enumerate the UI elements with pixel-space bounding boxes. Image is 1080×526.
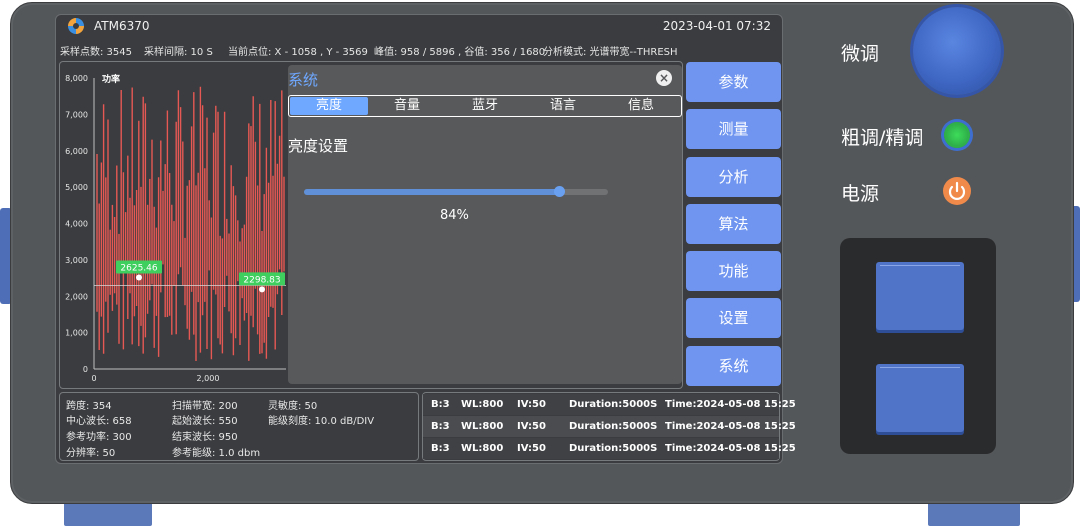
sample-interval: 采样间隔: 10 S (144, 47, 213, 58)
log-row: B:3 WL:800 IV:50 Duration:5000S Time:202… (423, 416, 796, 437)
log-panel: B:3 WL:800 IV:50 Duration:5000S Time:202… (422, 392, 796, 461)
info-bar: 采样点数: 3545 采样间隔: 10 S 当前点位: X - 1058 , Y… (56, 43, 782, 59)
param-ref-power: 参考功率: 300 (66, 432, 132, 443)
param-resolution: 分辨率: 50 (66, 448, 116, 459)
tab-info[interactable]: 信息 (602, 95, 680, 117)
y-tick-label: 8,000 (65, 74, 88, 83)
tab-brightness[interactable]: 亮度 (290, 97, 368, 115)
coarse-fine-led-icon[interactable] (944, 122, 970, 148)
menu-measure-button[interactable]: 测量 (686, 109, 781, 149)
menu-settings-button[interactable]: 设置 (686, 298, 781, 338)
tab-bluetooth[interactable]: 蓝牙 (446, 95, 524, 117)
param-scan-bw: 扫描带宽: 200 (172, 401, 238, 412)
port-slot-top[interactable] (876, 262, 964, 330)
log-duration: Duration:5000S (569, 421, 658, 432)
x-tick-label: 0 (91, 374, 96, 383)
param-sensitivity: 灵敏度: 50 (268, 401, 318, 412)
y-tick-label: 2,000 (65, 292, 88, 301)
param-span: 跨度: 354 (66, 401, 112, 412)
fine-tune-label: 微调 (841, 43, 880, 65)
chart-ylabel: 功率 (102, 73, 120, 85)
log-b: B:3 (431, 399, 450, 410)
marker-label: 2625.46 (120, 263, 157, 273)
current-point: 当前点位: X - 1058 , Y - 3569 (228, 47, 368, 58)
device-body: ATM6370 2023-04-01 07:32 采样点数: 3545 采样间隔… (10, 2, 1074, 504)
x-tick-label: 2,000 (197, 374, 220, 383)
menu-analysis-button[interactable]: 分析 (686, 157, 781, 197)
tab-language[interactable]: 语言 (524, 95, 602, 117)
screen: ATM6370 2023-04-01 07:32 采样点数: 3545 采样间隔… (55, 14, 796, 464)
log-wl: WL:800 (461, 421, 504, 432)
y-tick-label: 7,000 (65, 110, 88, 119)
port-slot-top-lid (880, 265, 960, 269)
param-level-scale: 能级刻度: 10.0 dB/DIV (268, 416, 375, 427)
y-tick-label: 3,000 (65, 256, 88, 265)
fine-tune-knob[interactable] (913, 7, 1001, 95)
param-end-wl: 结束波长: 950 (172, 432, 238, 443)
logo-icon (68, 18, 84, 34)
log-row: B:3 WL:800 IV:50 Duration:5000S Time:202… (423, 394, 796, 415)
system-tabs: 亮度 音量 蓝牙 语言 信息 (288, 95, 682, 117)
log-b: B:3 (431, 443, 450, 454)
chart-area: 功率 8,000 7,000 6,000 5,000 4,000 3,000 2,000 1,… (59, 61, 683, 389)
log-iv: IV:50 (517, 399, 546, 410)
power-chart: 功率 8,000 7,000 6,000 5,000 4,000 3,000 2,000 1,… (65, 73, 286, 383)
system-panel: 系统 × 亮度 音量 蓝牙 语言 信息 亮度设置 84% (288, 65, 682, 384)
datetime: 2023-04-01 07:32 (662, 19, 771, 33)
sample-points: 采样点数: 3545 (60, 47, 132, 58)
log-row: B:3 WL:800 IV:50 Duration:5000S Time:202… (423, 438, 796, 459)
log-duration: Duration:5000S (569, 443, 658, 454)
y-tick-label: 1,000 (65, 329, 88, 338)
log-iv: IV:50 (517, 421, 546, 432)
power-icon (948, 181, 966, 200)
menu-system-button[interactable]: 系统 (686, 346, 781, 386)
brightness-slider-fill (304, 189, 560, 195)
param-center-wl: 中心波长: 658 (66, 416, 132, 427)
peak-valley: 峰值: 958 / 5896 , 谷值: 356 / 1680 (374, 47, 546, 58)
log-wl: WL:800 (461, 443, 504, 454)
brightness-slider-thumb[interactable] (554, 186, 566, 197)
tab-volume[interactable]: 音量 (368, 95, 446, 117)
analysis-mode: 分析模式: 光谱带宽--THRESH (543, 47, 678, 58)
port-bay (840, 238, 996, 454)
log-time: Time:2024-05-08 15:25 (665, 399, 796, 410)
log-time: Time:2024-05-08 15:25 (665, 443, 796, 454)
brightness-value: 84% (440, 208, 469, 223)
power-label: 电源 (841, 183, 880, 205)
param-ref-level: 参考能级: 1.0 dbm (172, 448, 261, 459)
y-tick-label: 0 (83, 365, 88, 374)
log-time: Time:2024-05-08 15:25 (665, 421, 796, 432)
params-panel: 跨度: 354 扫描带宽: 200 灵敏度: 50 中心波长: 658 起始波长… (59, 392, 419, 461)
menu-function-button[interactable]: 功能 (686, 251, 781, 291)
top-bar: ATM6370 2023-04-01 07:32 (56, 15, 782, 39)
port-slot-bottom-lid (880, 367, 960, 371)
close-icon[interactable]: × (656, 70, 672, 86)
log-iv: IV:50 (517, 443, 546, 454)
coarse-fine-label: 粗调/精调 (841, 127, 924, 149)
log-b: B:3 (431, 421, 450, 432)
menu-algorithm-button[interactable]: 算法 (686, 204, 781, 244)
system-panel-title: 系统 (288, 71, 319, 89)
y-tick-label: 5,000 (65, 183, 88, 192)
port-slot-bottom[interactable] (876, 364, 964, 432)
log-wl: WL:800 (461, 399, 504, 410)
device-name: ATM6370 (94, 19, 150, 33)
menu-params-button[interactable]: 参数 (686, 62, 781, 102)
log-duration: Duration:5000S (569, 399, 658, 410)
marker-point (136, 274, 142, 281)
param-start-wl: 起始波长: 550 (172, 416, 238, 427)
power-button-icon[interactable] (943, 177, 971, 205)
marker-label: 2298.83 (243, 275, 280, 285)
marker-point (259, 286, 265, 293)
brightness-section-title: 亮度设置 (288, 137, 349, 155)
brightness-slider[interactable] (304, 186, 608, 197)
y-tick-label: 4,000 (65, 220, 88, 229)
y-tick-label: 6,000 (65, 147, 88, 156)
